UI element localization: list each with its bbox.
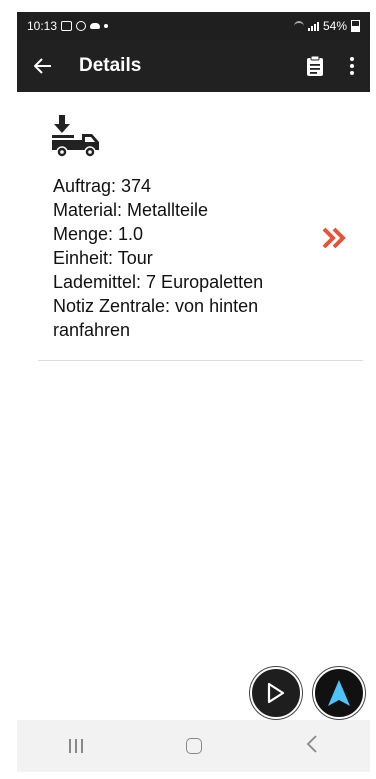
home-icon[interactable] bbox=[186, 738, 203, 754]
divider bbox=[38, 360, 363, 361]
navigation-arrow-icon bbox=[328, 680, 350, 706]
wifi-icon bbox=[293, 21, 304, 31]
double-chevron-right-icon[interactable] bbox=[322, 224, 348, 256]
phone-screen: 10:13 54% Details Auftrag: 374 Material:… bbox=[17, 12, 370, 772]
more-vert-icon[interactable] bbox=[346, 53, 358, 79]
order-note: Notiz Zentrale: von hinten ranfahren bbox=[53, 296, 259, 340]
back-button[interactable] bbox=[29, 52, 57, 80]
cloud-icon bbox=[90, 23, 101, 29]
truck-unload-icon bbox=[52, 115, 99, 158]
system-nav-bar bbox=[17, 720, 370, 772]
order-unit: Einheit: Tour bbox=[53, 248, 153, 268]
signal-icon bbox=[307, 21, 319, 31]
arrow-left-icon bbox=[34, 58, 51, 74]
recent-apps-icon[interactable] bbox=[68, 739, 83, 753]
order-material: Material: Metallteile bbox=[53, 200, 209, 220]
play-icon bbox=[267, 682, 285, 704]
status-bar: 10:13 54% bbox=[17, 12, 370, 40]
battery-icon bbox=[351, 20, 360, 32]
status-time: 10:13 bbox=[27, 19, 58, 33]
order-number: Auftrag: 374 bbox=[53, 176, 152, 196]
navigate-button[interactable] bbox=[313, 667, 365, 719]
page-title: Details bbox=[79, 55, 142, 76]
order-quantity: Menge: 1.0 bbox=[53, 224, 144, 244]
screen: 10:13 54% Details Auftrag: 374 Material:… bbox=[0, 0, 376, 779]
app-bar: Details bbox=[17, 40, 370, 92]
notification-dot-icon bbox=[104, 24, 109, 28]
order-loading-equipment: Lademittel: 7 Europaletten bbox=[53, 272, 264, 292]
order-card[interactable]: Auftrag: 374 Material: Metallteile Menge… bbox=[17, 92, 370, 361]
system-back-icon[interactable] bbox=[306, 735, 318, 757]
clipboard-icon[interactable] bbox=[306, 55, 324, 77]
whatsapp-icon bbox=[76, 21, 87, 31]
battery-percent: 54% bbox=[322, 19, 347, 33]
gallery-icon bbox=[61, 21, 73, 31]
play-button[interactable] bbox=[250, 667, 302, 719]
order-details: Auftrag: 374 Material: Metallteile Menge… bbox=[38, 174, 313, 342]
